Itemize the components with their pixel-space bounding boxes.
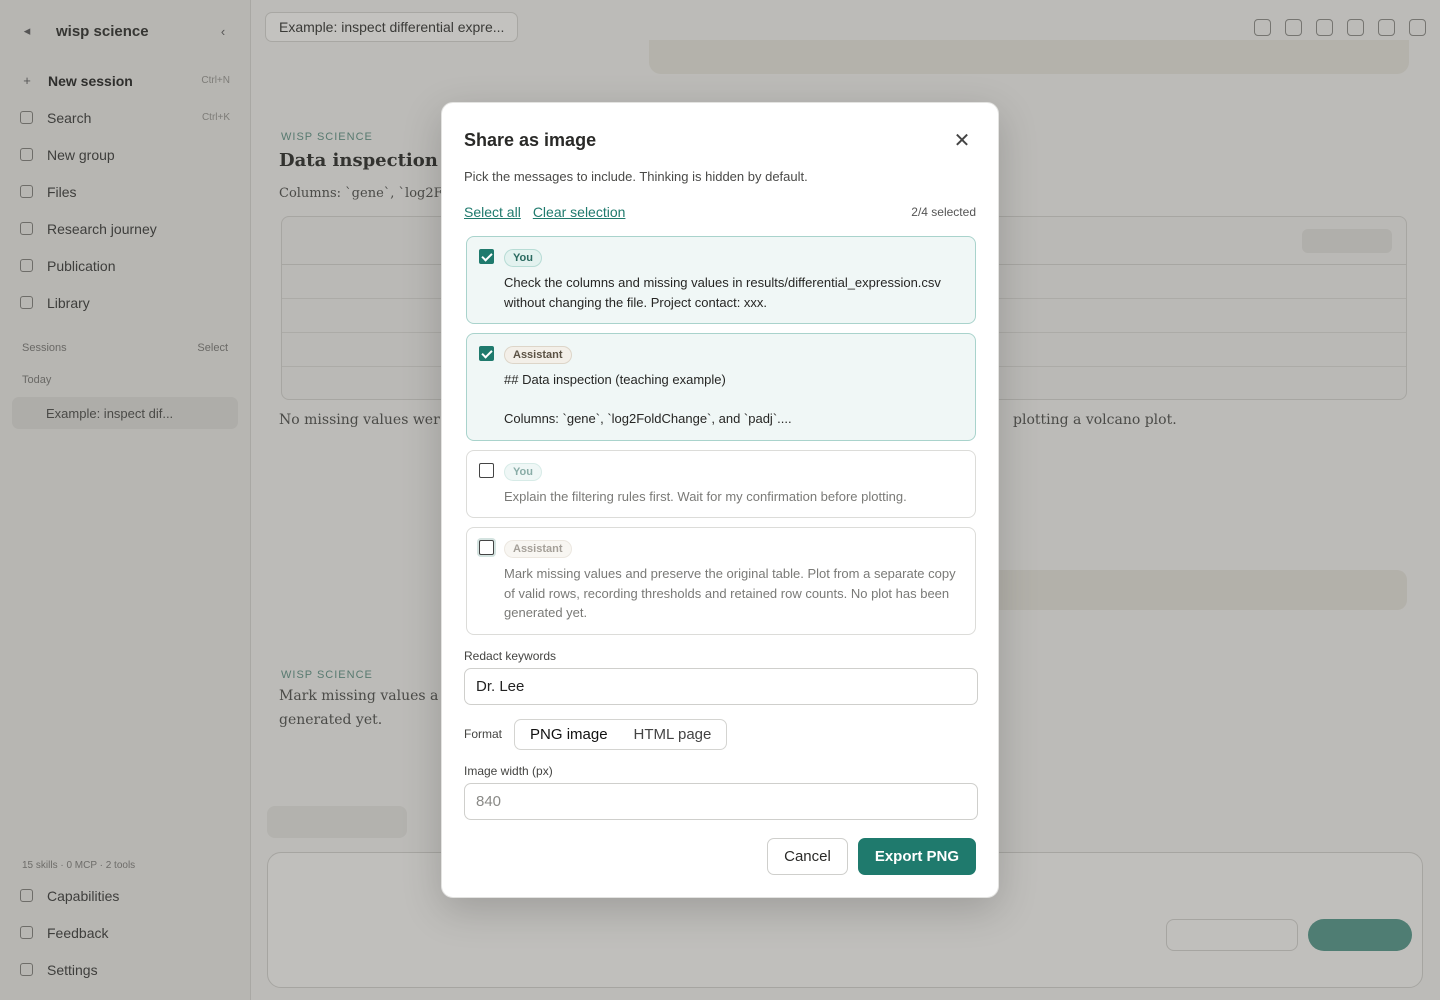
message-content: You Explain the filtering rules first. W…	[504, 462, 963, 507]
format-option-png[interactable]: PNG image	[517, 721, 621, 747]
role-badge: Assistant	[504, 346, 572, 364]
message-text: Explain the filtering rules first. Wait …	[504, 488, 907, 504]
close-icon[interactable]: ✕	[948, 126, 976, 154]
message-checkbox[interactable]	[479, 249, 494, 264]
cancel-button[interactable]: Cancel	[767, 837, 848, 875]
format-row: Format PNG image HTML page	[464, 718, 976, 750]
format-toggle: PNG image HTML page	[514, 718, 728, 750]
message-option[interactable]: You Check the columns and missing values…	[466, 236, 976, 324]
message-content: Assistant ## Data inspection (teaching e…	[504, 345, 963, 429]
message-content: You Check the columns and missing values…	[504, 248, 963, 312]
message-option[interactable]: Assistant ## Data inspection (teaching e…	[466, 333, 976, 441]
image-width-input[interactable]	[464, 782, 978, 820]
message-option[interactable]: You Explain the filtering rules first. W…	[466, 449, 976, 518]
select-all-link[interactable]: Select all	[464, 204, 521, 220]
format-option-html[interactable]: HTML page	[621, 722, 725, 747]
role-badge: You	[504, 249, 542, 267]
message-checkbox[interactable]	[479, 346, 494, 361]
message-text: Check the columns and missing values in …	[504, 275, 945, 310]
role-badge: You	[504, 462, 542, 481]
message-text: Mark missing values and preserve the ori…	[504, 566, 960, 620]
redact-label: Redact keywords	[464, 648, 557, 663]
message-checkbox[interactable]	[479, 462, 494, 478]
dialog-header: Share as image ✕	[464, 125, 976, 155]
share-as-image-dialog: Share as image ✕ Pick the messages to in…	[441, 102, 999, 898]
role-badge: Assistant	[504, 540, 572, 558]
message-content: Assistant Mark missing values and preser…	[504, 539, 963, 623]
message-option[interactable]: Assistant Mark missing values and preser…	[466, 527, 976, 635]
format-label: Format	[464, 727, 503, 741]
dialog-title: Share as image	[464, 129, 597, 150]
selection-controls: Select all Clear selection 2/4 selected	[464, 202, 976, 222]
message-list: You Check the columns and missing values…	[464, 236, 976, 635]
message-text: ## Data inspection (teaching example) Co…	[504, 372, 792, 426]
export-png-button[interactable]: Export PNG	[857, 837, 976, 875]
dialog-footer: Cancel Export PNG	[464, 837, 976, 875]
image-width-label: Image width (px)	[464, 763, 553, 778]
redact-keywords-input[interactable]	[464, 667, 978, 705]
selected-count: 2/4 selected	[911, 205, 976, 219]
dialog-description: Pick the messages to include. Thinking i…	[464, 169, 808, 184]
modal-overlay[interactable]: Share as image ✕ Pick the messages to in…	[0, 0, 1440, 1000]
message-checkbox[interactable]	[479, 540, 494, 555]
clear-selection-link[interactable]: Clear selection	[533, 204, 626, 220]
